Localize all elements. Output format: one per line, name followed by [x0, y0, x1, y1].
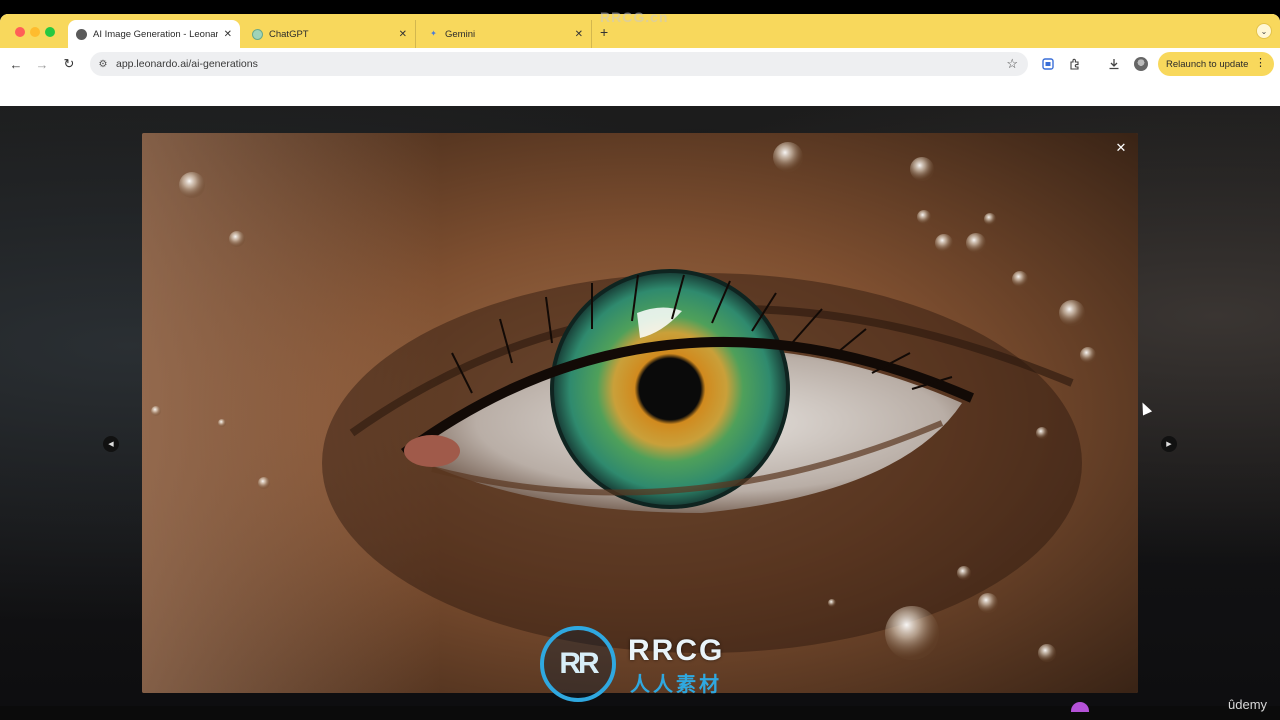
tab-close-icon[interactable]: ✕ [224, 29, 232, 40]
url-text[interactable]: app.leonardo.ai/ai-generations [116, 58, 258, 70]
tab-chatgpt[interactable]: ChatGPT ✕ [244, 20, 416, 48]
chatgpt-favicon-icon [252, 28, 263, 40]
new-tab-button[interactable]: + [600, 24, 608, 40]
previous-image-button[interactable]: ◀ [103, 436, 119, 452]
screen: AI Image Generation - Leonar ✕ ChatGPT ✕… [0, 0, 1280, 720]
tab-close-icon[interactable]: ✕ [575, 29, 583, 40]
generated-eye-image [142, 133, 1138, 693]
reading-list-icon[interactable] [1041, 57, 1055, 71]
watermark-circle-icon: RR [540, 626, 616, 702]
site-info-icon[interactable]: ⚙ [96, 59, 110, 70]
maximize-window-button[interactable] [45, 27, 55, 37]
watermark-top-text: RRCG.cn [600, 9, 669, 25]
tab-leonardo[interactable]: AI Image Generation - Leonar ✕ [68, 20, 240, 48]
close-window-button[interactable] [15, 27, 25, 37]
close-viewer-button[interactable]: ✕ [1112, 139, 1130, 157]
address-bar[interactable]: ⚙ app.leonardo.ai/ai-generations ☆ [90, 52, 1028, 76]
forward-button[interactable]: → [33, 55, 51, 73]
bookmark-star-icon[interactable]: ☆ [1006, 56, 1018, 72]
extensions-icon[interactable] [1068, 57, 1082, 71]
watermark-brand: RRCG [628, 634, 725, 667]
tab-gemini[interactable]: ✦ Gemini ✕ [420, 20, 592, 48]
profile-avatar[interactable] [1134, 57, 1148, 71]
watermark-logo: RR RRCG 人人素材 [540, 626, 750, 702]
gemini-favicon-icon: ✦ [430, 29, 437, 38]
tab-search-icon[interactable]: ⌄ [1256, 23, 1272, 39]
download-icon[interactable] [1107, 57, 1121, 71]
tab-close-icon[interactable]: ✕ [399, 29, 407, 40]
tab-title: Gemini [445, 28, 476, 40]
tab-title: ChatGPT [269, 28, 309, 40]
relaunch-button[interactable]: Relaunch to update ⋮ [1158, 52, 1274, 76]
image-viewer [142, 133, 1138, 693]
minimize-window-button[interactable] [30, 27, 40, 37]
more-options-icon[interactable]: ⋮ [1255, 56, 1266, 69]
next-image-button[interactable]: ▶ [1161, 436, 1177, 452]
leonardo-favicon-icon [76, 28, 87, 40]
reload-button[interactable]: ↻ [60, 55, 78, 73]
back-button[interactable]: ← [7, 55, 25, 73]
toolbar: ← → ↻ ⚙ app.leonardo.ai/ai-generations ☆… [0, 48, 1280, 80]
tab-title: AI Image Generation - Leonar [93, 28, 218, 40]
watermark-brand-sub: 人人素材 [630, 674, 722, 696]
udemy-logo: ûdemy [1228, 697, 1268, 712]
relaunch-label: Relaunch to update [1166, 58, 1249, 70]
browser-window: AI Image Generation - Leonar ✕ ChatGPT ✕… [0, 14, 1280, 106]
